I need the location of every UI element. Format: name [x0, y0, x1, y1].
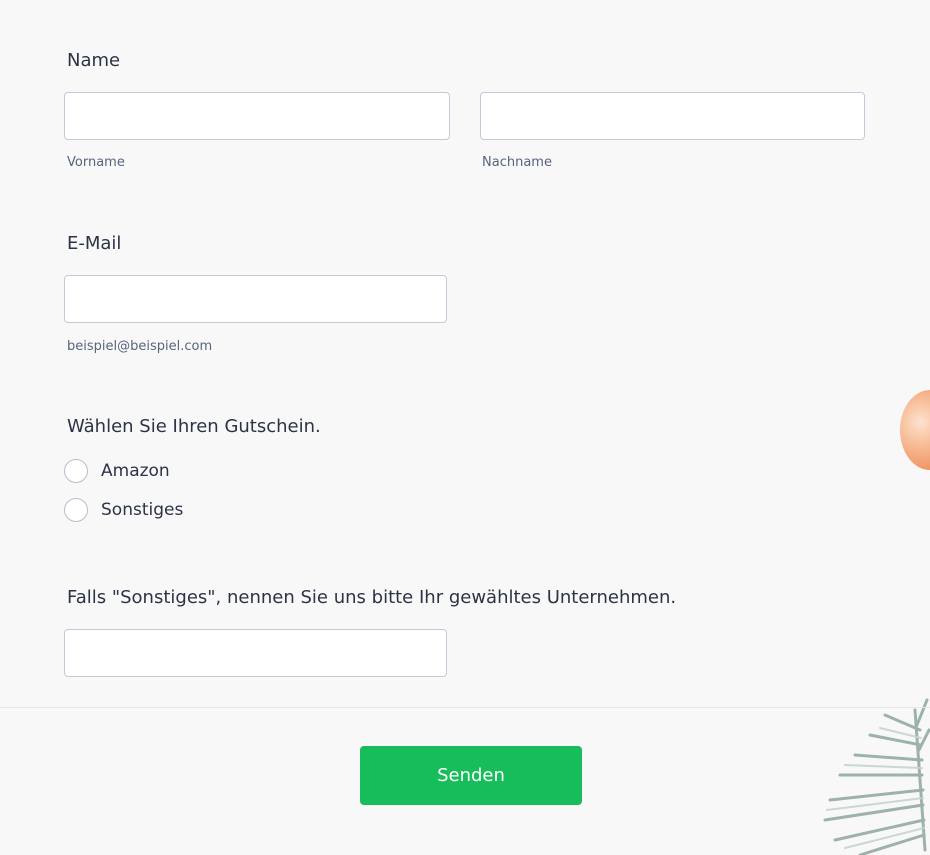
footer-divider [0, 707, 930, 708]
form-card: Name Vorname Nachname E-Mail beispiel@be… [0, 0, 930, 855]
radio-option-sonstiges[interactable]: Sonstiges [64, 497, 183, 523]
email-sublabel: beispiel@beispiel.com [67, 339, 213, 354]
radio-option-label: Sonstiges [101, 500, 184, 520]
email-label: E-Mail [67, 233, 122, 254]
email-input[interactable] [64, 275, 447, 323]
other-company-input[interactable] [64, 629, 447, 677]
ornament-decoration-icon [900, 390, 930, 470]
first-name-input[interactable] [64, 92, 450, 140]
first-name-sublabel: Vorname [67, 155, 125, 170]
last-name-input[interactable] [480, 92, 865, 140]
name-label: Name [67, 50, 121, 71]
radio-option-amazon[interactable]: Amazon [64, 458, 170, 484]
other-company-label: Falls "Sonstiges", nennen Sie uns bitte … [67, 587, 677, 608]
voucher-label: Wählen Sie Ihren Gutschein. [67, 416, 321, 437]
fir-branch-decoration-icon [823, 698, 930, 855]
radio-circle-icon[interactable] [64, 459, 88, 483]
radio-option-label: Amazon [101, 461, 170, 481]
radio-circle-icon[interactable] [64, 498, 88, 522]
last-name-sublabel: Nachname [482, 155, 552, 170]
submit-button[interactable]: Senden [360, 746, 582, 805]
